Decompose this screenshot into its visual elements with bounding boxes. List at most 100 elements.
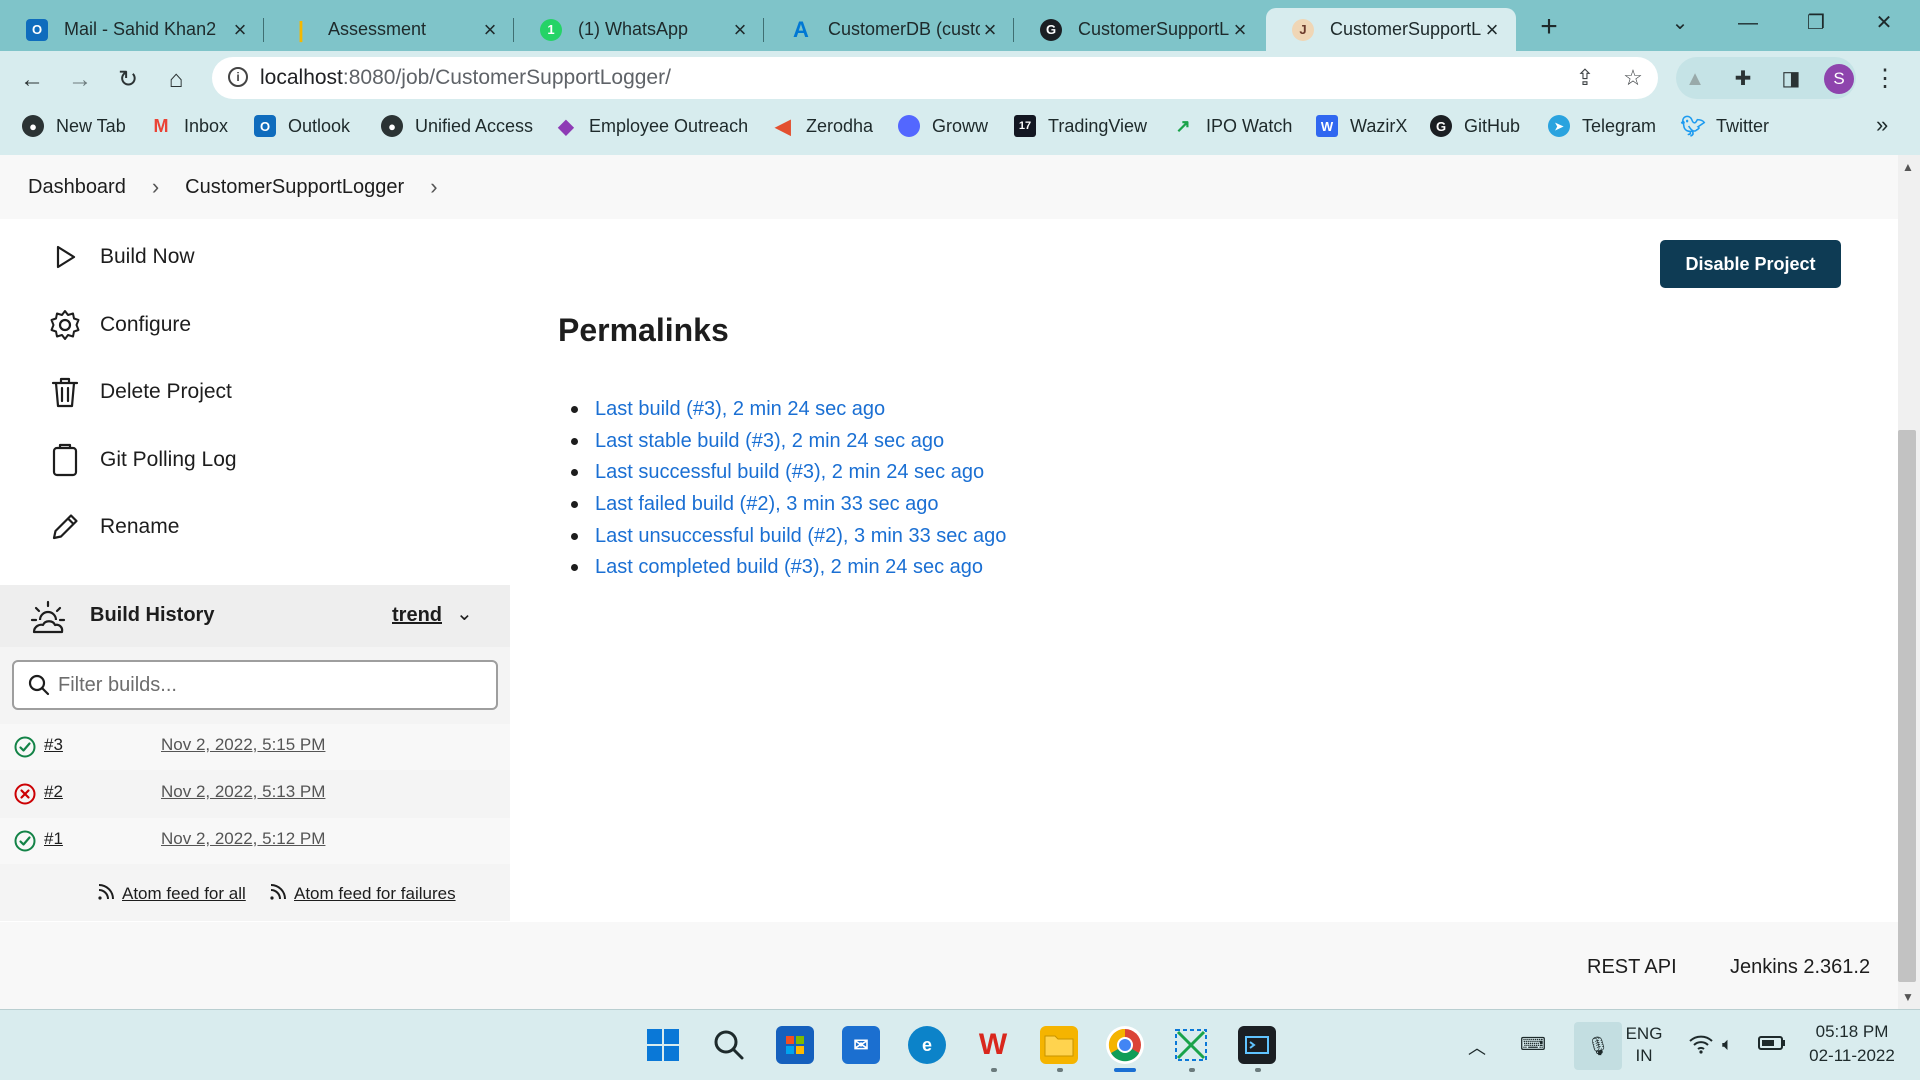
close-icon[interactable]: × (1482, 18, 1502, 40)
bookmark-telegram[interactable]: ➤ Telegram (1548, 113, 1656, 139)
build-number-link[interactable]: #2 (44, 782, 63, 802)
puzzle-icon[interactable]: ✚ (1730, 66, 1756, 92)
windows-start-icon[interactable] (644, 1026, 682, 1064)
close-icon[interactable]: × (980, 18, 1000, 40)
snipping-tool-icon[interactable] (1172, 1026, 1210, 1064)
tab-jenkins-active[interactable]: J CustomerSupportLo × (1266, 8, 1516, 51)
filter-builds-field[interactable] (12, 660, 498, 710)
bookmark-unified-access[interactable]: ● Unified Access (381, 113, 533, 139)
side-panel-icon[interactable]: ◨ (1778, 66, 1804, 92)
task-git-polling-log[interactable]: Git Polling Log (48, 440, 237, 480)
permalink-last-failed[interactable]: Last failed build (#2), 3 min 33 sec ago (595, 493, 939, 516)
new-tab-button[interactable]: + (1532, 10, 1566, 44)
wps-office-icon[interactable]: W (974, 1026, 1012, 1064)
permalink-last-unsuccessful[interactable]: Last unsuccessful build (#2), 3 min 33 s… (595, 525, 1006, 548)
scroll-up-icon[interactable]: ▲ (1902, 160, 1914, 174)
store-icon[interactable] (776, 1026, 814, 1064)
battery-icon[interactable] (1758, 1034, 1786, 1057)
minimize-icon[interactable]: — (1728, 6, 1768, 40)
close-icon[interactable]: × (730, 18, 750, 40)
back-arrow-icon[interactable]: ← (14, 62, 50, 98)
more-bookmarks-icon[interactable]: » (1876, 112, 1888, 138)
atom-feed-all-link[interactable]: Atom feed for all (96, 882, 246, 906)
build-row: #1 Nov 2, 2022, 5:12 PM (0, 818, 510, 864)
jenkins-version-link[interactable]: Jenkins 2.361.2 (1730, 956, 1870, 979)
clock-date[interactable]: 02-11-2022 (1802, 1046, 1902, 1066)
tab-mail[interactable]: O Mail - Sahid Khan2 × (0, 8, 264, 51)
profile-avatar[interactable]: S (1824, 64, 1854, 94)
forward-arrow-icon[interactable]: → (62, 62, 98, 98)
home-icon[interactable]: ⌂ (158, 62, 194, 98)
tab-search-icon[interactable]: ⌄ (1660, 6, 1700, 40)
chrome-icon[interactable] (1106, 1026, 1144, 1064)
tab-whatsapp[interactable]: 1 (1) WhatsApp × (514, 8, 764, 51)
window-close-icon[interactable]: ✕ (1864, 6, 1904, 40)
bookmark-ipo-watch[interactable]: ↗ IPO Watch (1172, 113, 1292, 139)
permalink-last-completed[interactable]: Last completed build (#3), 2 min 24 sec … (595, 556, 983, 579)
atom-feed-failures-link[interactable]: Atom feed for failures (268, 882, 456, 906)
chevron-right-icon[interactable]: › (152, 174, 159, 200)
bookmark-twitter[interactable]: 🐦︎ Twitter (1680, 113, 1769, 139)
file-explorer-icon[interactable] (1040, 1026, 1078, 1064)
scrollbar-thumb[interactable] (1898, 430, 1916, 982)
extension-icon[interactable]: ▲ (1682, 66, 1708, 92)
tab-github-repo[interactable]: G CustomerSupportLo × (1014, 8, 1264, 51)
close-icon[interactable]: × (1230, 18, 1250, 40)
permalink-last-stable[interactable]: Last stable build (#3), 2 min 24 sec ago (595, 430, 944, 453)
task-delete-project[interactable]: Delete Project (48, 372, 232, 412)
list-item: Last successful build (#3), 2 min 24 sec… (595, 457, 1006, 489)
bookmark-new-tab[interactable]: ● New Tab (22, 113, 126, 139)
bookmark-employee-outreach[interactable]: ◆ Employee Outreach (555, 113, 748, 139)
task-configure[interactable]: Configure (48, 305, 191, 345)
edge-icon[interactable]: e (908, 1026, 946, 1064)
url-text[interactable]: localhost:8080/job/CustomerSupportLogger… (260, 66, 671, 90)
reload-icon[interactable]: ↻ (110, 62, 146, 98)
language-top[interactable]: ENG (1624, 1024, 1664, 1044)
chevron-down-icon[interactable]: ⌄ (456, 601, 473, 626)
search-icon[interactable] (710, 1026, 748, 1064)
chevron-right-icon[interactable]: › (430, 174, 437, 200)
keyboard-icon[interactable]: ⌨ (1520, 1034, 1546, 1055)
tab-assessment[interactable]: | Assessment × (264, 8, 514, 51)
permalink-last-build[interactable]: Last build (#3), 2 min 24 sec ago (595, 398, 885, 421)
build-number-link[interactable]: #3 (44, 735, 63, 755)
permalink-last-successful[interactable]: Last successful build (#3), 2 min 24 sec… (595, 461, 984, 484)
bookmark-outlook[interactable]: O Outlook (254, 113, 350, 139)
restore-icon[interactable]: ❐ (1796, 6, 1836, 40)
bookmark-tradingview[interactable]: 17 TradingView (1014, 113, 1147, 139)
breadcrumb-dashboard[interactable]: Dashboard (28, 176, 126, 199)
build-time-link[interactable]: Nov 2, 2022, 5:13 PM (161, 782, 325, 802)
filter-builds-input[interactable] (58, 671, 478, 699)
build-time-link[interactable]: Nov 2, 2022, 5:15 PM (161, 735, 325, 755)
trend-link[interactable]: trend (392, 604, 442, 627)
site-info-icon[interactable]: i (228, 67, 248, 87)
address-bar[interactable]: i localhost:8080/job/CustomerSupportLogg… (212, 57, 1658, 99)
close-icon[interactable]: × (230, 18, 250, 40)
mail-icon[interactable]: ✉ (842, 1026, 880, 1064)
more-menu-icon[interactable]: ⋮ (1870, 62, 1900, 96)
task-rename[interactable]: Rename (48, 507, 179, 547)
volume-icon[interactable]: 🔈︎ (1722, 1034, 1733, 1055)
wifi-icon[interactable] (1688, 1034, 1714, 1059)
bookmark-inbox[interactable]: M Inbox (150, 113, 229, 139)
mic-muted-icon[interactable]: 🎙︎ (1574, 1022, 1622, 1070)
chevron-up-icon[interactable]: ︿ (1468, 1034, 1486, 1060)
share-icon[interactable]: ⇪ (1572, 65, 1598, 91)
build-time-link[interactable]: Nov 2, 2022, 5:12 PM (161, 829, 325, 849)
clock-time[interactable]: 05:18 PM (1802, 1022, 1902, 1042)
scroll-down-icon[interactable]: ▼ (1902, 990, 1914, 1004)
task-build-now[interactable]: Build Now (48, 237, 195, 277)
bookmark-zerodha[interactable]: ◀ Zerodha (772, 113, 873, 139)
bookmark-wazirx[interactable]: W WazirX (1316, 113, 1407, 139)
bookmark-star-icon[interactable]: ☆ (1620, 65, 1646, 91)
bookmark-groww[interactable]: Groww (898, 113, 988, 139)
bookmark-github[interactable]: G GitHub (1430, 113, 1520, 139)
build-number-link[interactable]: #1 (44, 829, 63, 849)
tab-customerdb[interactable]: A CustomerDB (custo × (764, 8, 1014, 51)
language-bottom[interactable]: IN (1624, 1046, 1664, 1066)
rest-api-link[interactable]: REST API (1587, 956, 1677, 979)
close-icon[interactable]: × (480, 18, 500, 40)
terminal-icon[interactable] (1238, 1026, 1276, 1064)
breadcrumb-job[interactable]: CustomerSupportLogger (185, 176, 404, 199)
disable-project-button[interactable]: Disable Project (1660, 240, 1841, 288)
